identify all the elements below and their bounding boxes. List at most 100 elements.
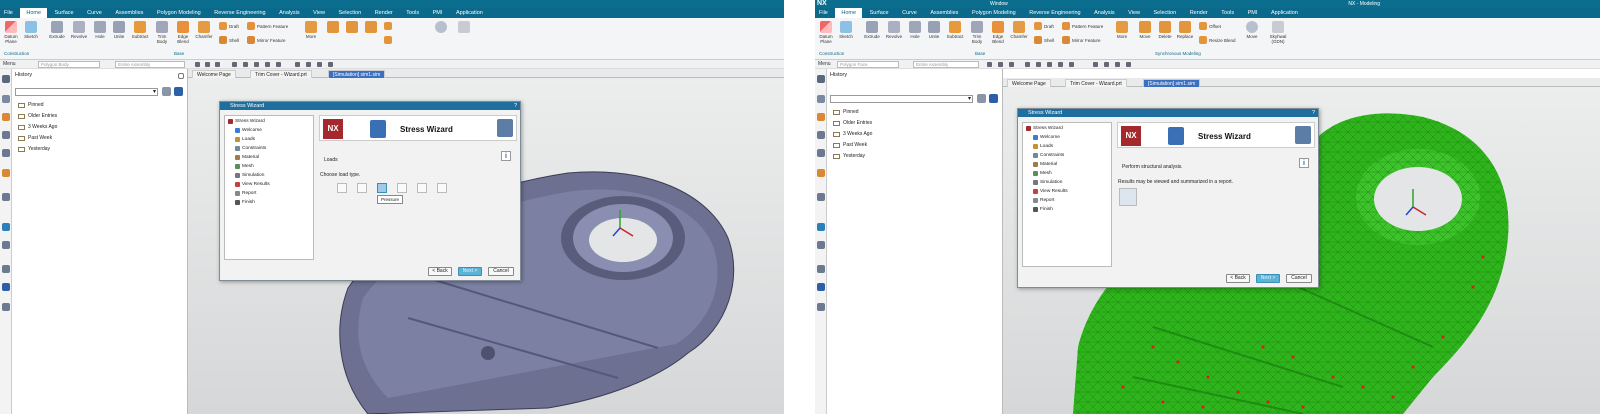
history-item-older[interactable]: Older Entries — [18, 113, 57, 119]
pattern-feature-button[interactable]: Pattern Feature — [247, 22, 288, 30]
datum-plane-button[interactable]: Datum Plane — [817, 21, 835, 44]
menu-reverse-engineering[interactable]: Reverse Engineering — [1023, 8, 1086, 18]
hole-button[interactable]: Hole — [906, 21, 924, 39]
mirror-feature-button[interactable]: Mirror Feature — [247, 36, 286, 44]
snap-icon[interactable] — [1047, 62, 1052, 67]
constraint-navigator-icon[interactable] — [817, 131, 825, 139]
more-button[interactable]: More — [302, 21, 320, 39]
help-icon[interactable] — [817, 241, 825, 249]
tree-step-loads[interactable]: Loads — [235, 137, 255, 142]
type-filter-select[interactable]: Polygon Face — [837, 61, 899, 68]
type-filter-select[interactable]: Polygon Body — [38, 61, 100, 68]
history-filter-select[interactable] — [830, 95, 973, 103]
tree-step-constraints[interactable]: Constraints — [235, 146, 266, 151]
view-icon[interactable] — [328, 62, 333, 67]
help-icon[interactable]: ? — [514, 102, 517, 110]
snap-icon[interactable] — [998, 62, 1003, 67]
web-browser-icon[interactable] — [2, 223, 10, 231]
menu-render[interactable]: Render — [369, 8, 399, 18]
move-button[interactable] — [432, 21, 450, 34]
history-icon[interactable] — [817, 169, 825, 177]
snap-icon[interactable] — [232, 62, 237, 67]
menu-selection[interactable]: Selection — [1148, 8, 1183, 18]
web-browser-icon[interactable] — [817, 223, 825, 231]
trim-body-button[interactable]: Trim Body — [968, 21, 986, 44]
tree-step-simulation[interactable]: Simulation — [235, 173, 264, 178]
edge-blend-button[interactable]: Edge Blend — [989, 21, 1007, 44]
tree-step-mesh[interactable]: Mesh — [235, 164, 254, 169]
move-face-button[interactable]: Move — [1136, 21, 1154, 39]
extrude-button[interactable]: Extrude — [863, 21, 881, 39]
menu-file[interactable]: File — [0, 8, 19, 18]
shell-button[interactable]: Shell — [1034, 36, 1054, 44]
info-icon[interactable]: i — [1299, 158, 1309, 168]
menu-curve[interactable]: Curve — [896, 8, 923, 18]
menu-assemblies[interactable]: Assemblies — [109, 8, 149, 18]
scope-filter-select[interactable]: Entire Assembly — [913, 61, 979, 68]
snap-icon[interactable] — [205, 62, 210, 67]
view-icon[interactable] — [1115, 62, 1120, 67]
menu-tools[interactable]: Tools — [400, 8, 425, 18]
more-button[interactable]: More — [1113, 21, 1131, 39]
help-icon[interactable] — [2, 241, 10, 249]
tab-welcome[interactable]: Welcome Page — [1007, 79, 1051, 87]
tree-step-welcome[interactable]: Welcome — [235, 128, 262, 133]
tree-step-report[interactable]: Report — [235, 191, 256, 196]
skyhwal-button[interactable]: Skyhwal (GDN) — [1267, 21, 1289, 44]
skyhwal-button[interactable] — [455, 21, 473, 34]
menu-reverse-engineering[interactable]: Reverse Engineering — [208, 8, 271, 18]
snap-icon[interactable] — [265, 62, 270, 67]
history-item-older[interactable]: Older Entries — [833, 120, 872, 126]
view-options-icon[interactable] — [174, 87, 183, 96]
cancel-button[interactable]: Cancel — [488, 267, 514, 276]
report-icon[interactable] — [1119, 188, 1137, 206]
trim-body-button[interactable]: Trim Body — [153, 21, 171, 44]
snap-icon[interactable] — [987, 62, 992, 67]
clock-icon[interactable] — [2, 265, 10, 273]
tree-step-constraints[interactable]: Constraints — [1033, 153, 1064, 158]
tree-step-mesh[interactable]: Mesh — [1033, 171, 1052, 176]
help-icon[interactable]: ? — [1312, 109, 1315, 117]
unite-button[interactable]: Unite — [110, 21, 128, 39]
history-item-past-week[interactable]: Past Week — [18, 135, 52, 141]
gear-icon[interactable] — [2, 75, 10, 83]
tab-trim-cover[interactable]: Trim Cover - Wizard.prt — [250, 70, 312, 78]
delete-face-button[interactable]: Delete — [1156, 21, 1174, 39]
history-item-yesterday[interactable]: Yesterday — [833, 153, 865, 159]
tree-step-report[interactable]: Report — [1033, 198, 1054, 203]
replace-face-button[interactable] — [362, 21, 380, 34]
refresh-icon[interactable] — [977, 94, 986, 103]
view-icon[interactable] — [1126, 62, 1131, 67]
tab-simulation[interactable]: [Simulation] sim1.sim — [1143, 79, 1201, 87]
view-icon[interactable] — [1093, 62, 1098, 67]
snap-icon[interactable] — [1036, 62, 1041, 67]
draft-button[interactable]: Draft — [1034, 22, 1054, 30]
tree-step-finish[interactable]: Finish — [1033, 207, 1053, 212]
resize-blend-button[interactable]: Resize Blend — [1199, 36, 1236, 44]
load-type-bearing-icon[interactable] — [357, 183, 367, 193]
move-button[interactable]: Move — [1243, 21, 1261, 39]
mirror-feature-button[interactable]: Mirror Feature — [1062, 36, 1101, 44]
reuse-library-icon[interactable] — [817, 149, 825, 157]
menu-selection[interactable]: Selection — [333, 8, 368, 18]
subtract-button[interactable]: Subtract — [131, 21, 149, 39]
hole-button[interactable]: Hole — [91, 21, 109, 39]
sketch-button[interactable]: Sketch — [837, 21, 855, 39]
tree-step-material[interactable]: Material — [1033, 162, 1057, 167]
sketch-button[interactable]: Sketch — [22, 21, 40, 39]
load-type-temperature-icon[interactable] — [437, 183, 447, 193]
view-icon[interactable] — [1104, 62, 1109, 67]
snap-icon[interactable] — [254, 62, 259, 67]
snap-icon[interactable] — [1009, 62, 1014, 67]
menu-application[interactable]: Application — [450, 8, 489, 18]
load-type-gravity-icon[interactable] — [417, 183, 427, 193]
load-type-force-icon[interactable] — [337, 183, 347, 193]
history-item-3-weeks[interactable]: 3 Weeks Ago — [18, 124, 57, 130]
resize-blend-button[interactable] — [384, 36, 394, 44]
back-button[interactable]: < Back — [1226, 274, 1250, 283]
menu-home[interactable]: Home — [20, 8, 48, 18]
menu-analysis[interactable]: Analysis — [273, 8, 305, 18]
menu-button[interactable]: Menu — [818, 61, 831, 68]
menu-view[interactable]: View — [1122, 8, 1146, 18]
menu-pmi[interactable]: PMI — [1242, 8, 1264, 18]
